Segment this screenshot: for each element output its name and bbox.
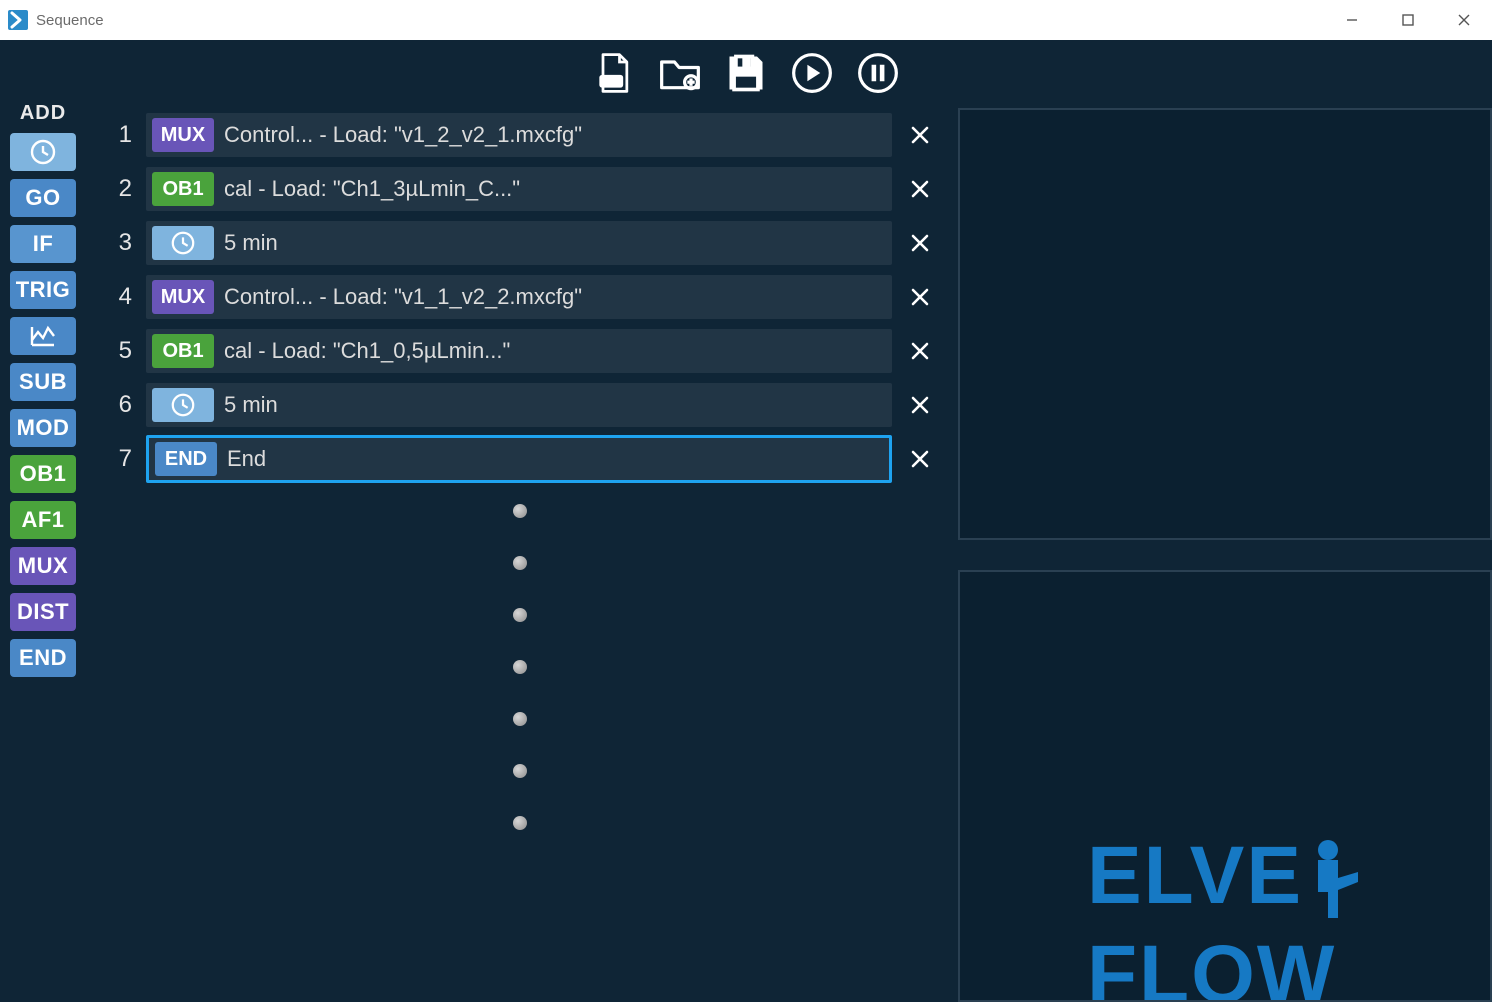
open-button[interactable] <box>656 49 704 97</box>
sequence-row: 6 5 min <box>100 378 940 432</box>
palette-trig-button[interactable]: TRIG <box>10 271 76 309</box>
delete-step-button[interactable] <box>900 233 940 253</box>
title-bar: Sequence <box>0 0 1492 40</box>
palette-if-button[interactable]: IF <box>10 225 76 263</box>
add-heading: ADD <box>20 102 66 125</box>
step-number: 3 <box>100 229 138 257</box>
maximize-button[interactable] <box>1380 0 1436 40</box>
log-button[interactable]: LOG <box>590 49 638 97</box>
minimize-button[interactable] <box>1324 0 1380 40</box>
sequence-step[interactable]: MUXControl... - Load: "v1_2_v2_1.mxcfg" <box>146 113 892 157</box>
logo-line-1: ELVE <box>1087 838 1303 913</box>
step-number: 2 <box>100 175 138 203</box>
sequence-row: 5 OB1cal - Load: "Ch1_0,5µLmin..." <box>100 324 940 378</box>
add-palette: ADD GO IF TRIG SUB MOD OB1 AF1 M <box>0 100 86 1002</box>
step-description: 5 min <box>214 230 278 256</box>
clock-icon <box>152 226 214 260</box>
step-badge-mux: MUX <box>152 118 214 152</box>
play-button[interactable] <box>788 49 836 97</box>
step-number: 7 <box>100 445 138 473</box>
palette-dist-button[interactable]: DIST <box>10 593 76 631</box>
logo-line-2: FLOW <box>1087 937 1336 1002</box>
save-button[interactable] <box>722 49 770 97</box>
palette-af1-button[interactable]: AF1 <box>10 501 76 539</box>
step-description: Control... - Load: "v1_2_v2_1.mxcfg" <box>214 122 582 148</box>
step-badge-mux: MUX <box>152 280 214 314</box>
empty-slot-dots <box>100 504 940 830</box>
close-button[interactable] <box>1436 0 1492 40</box>
sequence-row: 4 MUXControl... - Load: "v1_1_v2_2.mxcfg" <box>100 270 940 324</box>
window-controls <box>1324 0 1492 40</box>
sequence-row: 1 MUXControl... - Load: "v1_2_v2_1.mxcfg" <box>100 108 940 162</box>
empty-slot-dot[interactable] <box>513 504 527 518</box>
app-icon <box>8 10 28 30</box>
step-description: cal - Load: "Ch1_0,5µLmin..." <box>214 338 510 364</box>
palette-graph-button[interactable] <box>10 317 76 355</box>
sequence-row: 2 OB1cal - Load: "Ch1_3µLmin_C..." <box>100 162 940 216</box>
sequence-panel: 1MUXControl... - Load: "v1_2_v2_1.mxcfg"… <box>100 100 940 1002</box>
step-number: 5 <box>100 337 138 365</box>
delete-step-button[interactable] <box>900 395 940 415</box>
delete-step-button[interactable] <box>900 341 940 361</box>
empty-slot-dot[interactable] <box>513 660 527 674</box>
step-number: 6 <box>100 391 138 419</box>
sequence-step[interactable]: 5 min <box>146 221 892 265</box>
step-badge-ob1: OB1 <box>152 172 214 206</box>
step-badge-end: END <box>155 442 217 476</box>
step-description: 5 min <box>214 392 278 418</box>
properties-panel <box>958 108 1492 540</box>
empty-slot-dot[interactable] <box>513 764 527 778</box>
palette-mod-button[interactable]: MOD <box>10 409 76 447</box>
sequence-step[interactable]: OB1cal - Load: "Ch1_0,5µLmin..." <box>146 329 892 373</box>
sequence-step[interactable]: ENDEnd <box>146 435 892 483</box>
delete-step-button[interactable] <box>900 125 940 145</box>
palette-sub-button[interactable]: SUB <box>10 363 76 401</box>
sequence-step[interactable]: MUXControl... - Load: "v1_1_v2_2.mxcfg" <box>146 275 892 319</box>
sequence-step[interactable]: 5 min <box>146 383 892 427</box>
logo-figure-icon <box>1303 838 1363 936</box>
sequence-row: 3 5 min <box>100 216 940 270</box>
toolbar: LOG <box>0 40 1492 100</box>
step-badge-ob1: OB1 <box>152 334 214 368</box>
empty-slot-dot[interactable] <box>513 816 527 830</box>
step-description: End <box>217 446 266 472</box>
app-body: LOG <box>0 40 1492 1002</box>
palette-go-button[interactable]: GO <box>10 179 76 217</box>
sequence-step[interactable]: OB1cal - Load: "Ch1_3µLmin_C..." <box>146 167 892 211</box>
palette-end-button[interactable]: END <box>10 639 76 677</box>
palette-wait-button[interactable] <box>10 133 76 171</box>
right-column: ELVE FLOW <box>958 100 1492 1002</box>
empty-slot-dot[interactable] <box>513 556 527 570</box>
step-description: cal - Load: "Ch1_3µLmin_C..." <box>214 176 520 202</box>
step-number: 1 <box>100 121 138 149</box>
delete-step-button[interactable] <box>900 287 940 307</box>
palette-mux-button[interactable]: MUX <box>10 547 76 585</box>
empty-slot-dot[interactable] <box>513 712 527 726</box>
svg-text:LOG: LOG <box>601 77 621 87</box>
delete-step-button[interactable] <box>900 179 940 199</box>
step-description: Control... - Load: "v1_1_v2_2.mxcfg" <box>214 284 582 310</box>
sequence-row: 7 ENDEnd <box>100 432 940 486</box>
elveflow-logo: ELVE FLOW <box>1087 838 1363 1002</box>
pause-button[interactable] <box>854 49 902 97</box>
step-number: 4 <box>100 283 138 311</box>
window-title: Sequence <box>36 12 104 29</box>
delete-step-button[interactable] <box>900 449 940 469</box>
logo-panel: ELVE FLOW <box>958 570 1492 1002</box>
palette-ob1-button[interactable]: OB1 <box>10 455 76 493</box>
clock-icon <box>152 388 214 422</box>
content-row: ADD GO IF TRIG SUB MOD OB1 AF1 M <box>0 100 1492 1002</box>
empty-slot-dot[interactable] <box>513 608 527 622</box>
